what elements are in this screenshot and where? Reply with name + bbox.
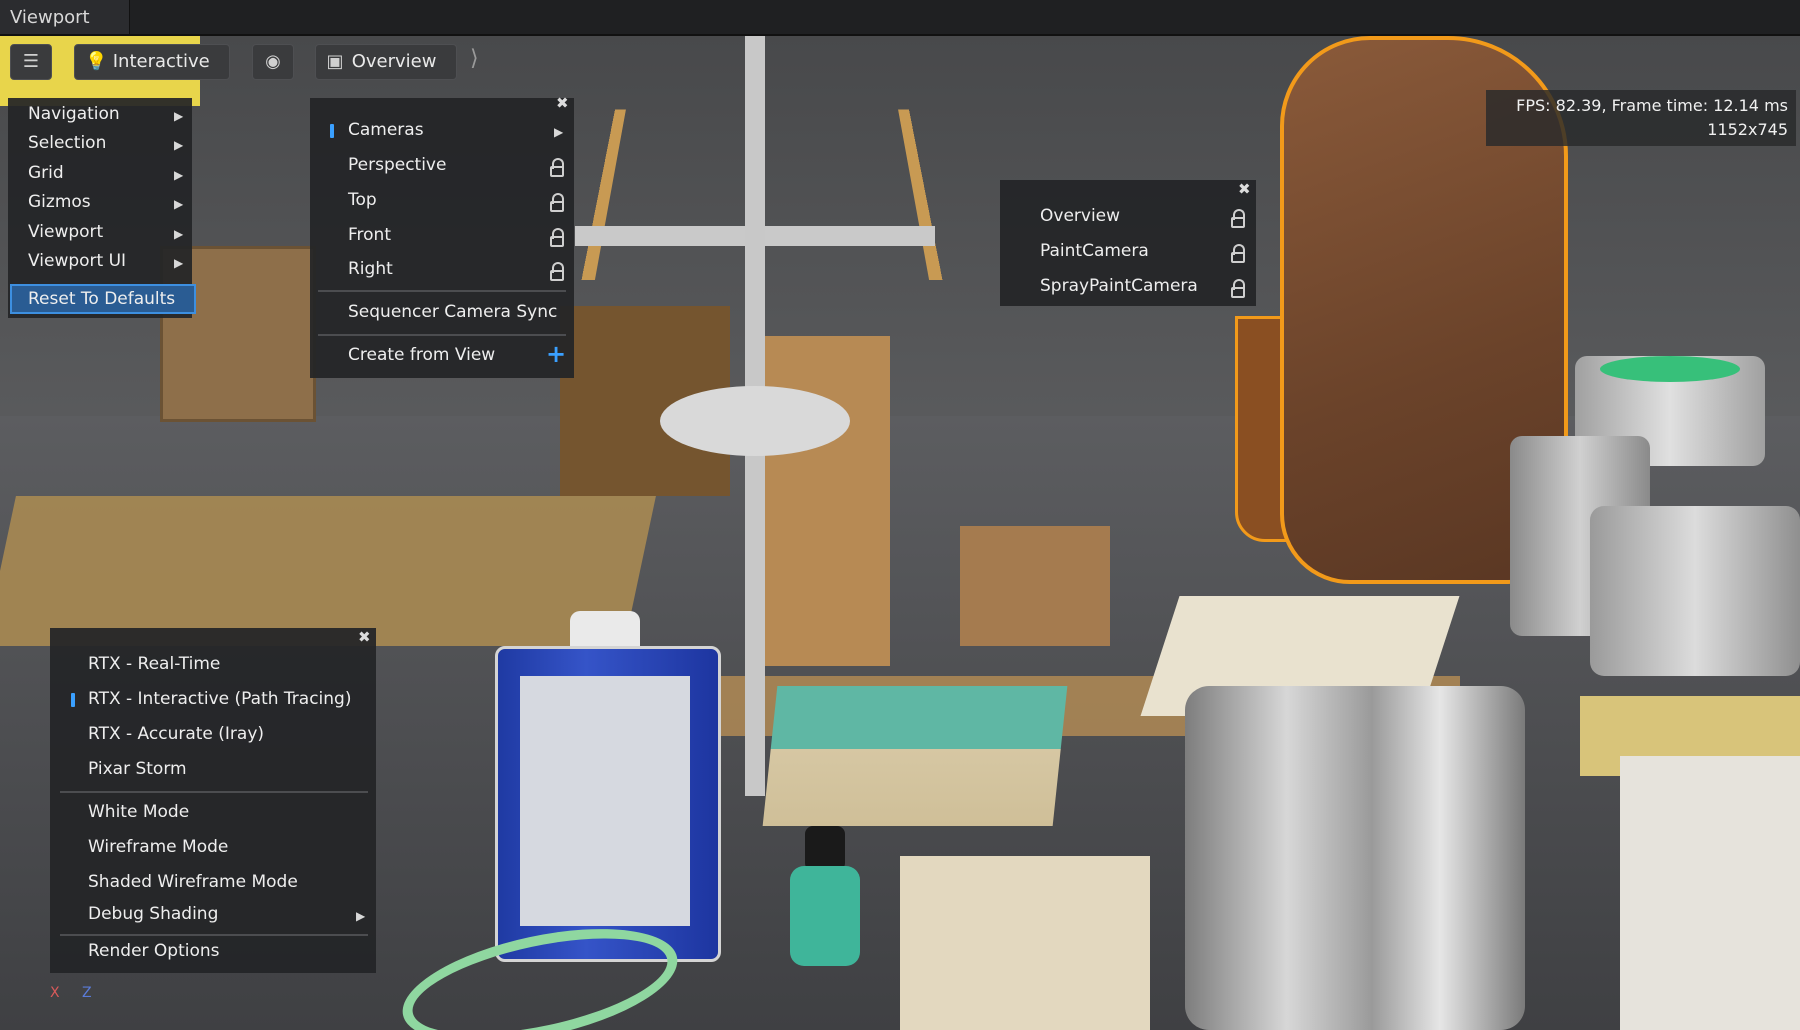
axis-z-label: Z [82, 985, 92, 1001]
scene-wood-board [0, 496, 656, 646]
camera-button[interactable]: ▣ Overview [315, 44, 457, 80]
camera-item-perspective[interactable]: Perspective [348, 155, 446, 175]
menu-item-selection[interactable]: Selection [28, 133, 106, 153]
lock-icon[interactable] [550, 193, 564, 212]
shaded-wireframe-mode-item[interactable]: Shaded Wireframe Mode [88, 872, 298, 892]
camera-overview-item[interactable]: Overview [1040, 206, 1120, 226]
selected-marker [71, 693, 75, 707]
cameras-submenu: ✖ Overview PaintCamera SprayPaintCamera [1000, 180, 1256, 306]
axis-gizmo: X Z [50, 985, 92, 1001]
camera-item-right[interactable]: Right [348, 259, 393, 279]
camera-label: Overview [351, 51, 437, 72]
scene-large-paint-can [1185, 686, 1525, 1030]
camera-menu: ✖ Cameras ▶ Perspective Top Front Right … [310, 94, 574, 378]
lock-icon[interactable] [1231, 209, 1245, 228]
scene-hub [660, 386, 850, 456]
submenu-arrow-icon: ▶ [174, 109, 184, 123]
close-icon[interactable]: ✖ [1238, 180, 1251, 198]
submenu-arrow-icon: ▶ [356, 909, 366, 923]
camera-spraypaintcamera-item[interactable]: SprayPaintCamera [1040, 276, 1198, 296]
selected-marker [330, 124, 334, 138]
scene-wood-block [760, 336, 890, 666]
scene-tin-label [520, 676, 690, 926]
submenu-arrow-icon: ▶ [174, 197, 184, 211]
fps-stats: FPS: 82.39, Frame time: 12.14 ms 1152x74… [1486, 90, 1796, 146]
submenu-arrow-icon: ▶ [174, 227, 184, 241]
white-mode-item[interactable]: White Mode [88, 802, 189, 822]
render-item-rtx-accurate[interactable]: RTX - Accurate (Iray) [88, 724, 264, 744]
menu-item-viewport-ui[interactable]: Viewport UI [28, 251, 126, 271]
close-icon[interactable]: ✖ [358, 628, 371, 646]
lock-icon[interactable] [550, 158, 564, 177]
render-item-rtx-interactive[interactable]: RTX - Interactive (Path Tracing) [88, 689, 351, 709]
submenu-arrow-icon: ▶ [554, 125, 564, 139]
lightbulb-icon: 💡 [85, 51, 108, 72]
menu-item-viewport[interactable]: Viewport [28, 222, 103, 242]
menu-item-gizmos[interactable]: Gizmos [28, 192, 91, 212]
lock-icon[interactable] [550, 228, 564, 247]
close-icon[interactable]: ✖ [556, 94, 569, 112]
plus-icon[interactable]: + [546, 340, 566, 368]
settings-icon: ☰ [22, 51, 40, 72]
reset-to-defaults-button[interactable]: Reset To Defaults [10, 284, 196, 314]
menu-item-navigation[interactable]: Navigation [28, 104, 120, 124]
toolbar-expand-chevron-icon[interactable]: ⟩ [470, 46, 479, 71]
scene-ink-bottle [790, 866, 860, 966]
render-mode-menu: ✖ RTX - Real-Time RTX - Interactive (Pat… [50, 628, 376, 973]
lock-icon[interactable] [1231, 244, 1245, 263]
menu-separator [60, 791, 368, 793]
fps-line: FPS: 82.39, Frame time: 12.14 ms [1516, 96, 1788, 115]
menu-separator [318, 290, 566, 292]
lock-icon[interactable] [550, 262, 564, 281]
scene-paint-can-2 [1590, 506, 1800, 676]
submenu-arrow-icon: ▶ [174, 168, 184, 182]
scene-white-block [1620, 756, 1800, 1030]
title-bar: Viewport [0, 0, 1800, 36]
camera-item-front[interactable]: Front [348, 225, 391, 245]
render-mode-label: Interactive [112, 51, 210, 72]
debug-shading-item[interactable]: Debug Shading [88, 904, 218, 924]
sequencer-camera-sync-item[interactable]: Sequencer Camera Sync [348, 302, 557, 322]
submenu-arrow-icon: ▶ [174, 256, 184, 270]
create-from-view-item[interactable]: Create from View [348, 345, 495, 365]
scene-brush-rack [900, 856, 1150, 1030]
camera-item-top[interactable]: Top [348, 190, 377, 210]
render-options-item[interactable]: Render Options [88, 941, 220, 961]
menu-separator [318, 334, 566, 336]
menu-separator [60, 934, 368, 936]
render-item-rtx-realtime[interactable]: RTX - Real-Time [88, 654, 220, 674]
submenu-arrow-icon: ▶ [174, 138, 184, 152]
axis-x-label: X [50, 985, 60, 1001]
scene-wood-block-small [960, 526, 1110, 646]
camera-paintcamera-item[interactable]: PaintCamera [1040, 241, 1149, 261]
lock-icon[interactable] [1231, 279, 1245, 298]
menu-item-grid[interactable]: Grid [28, 163, 64, 183]
visibility-button[interactable]: ◉ [252, 44, 294, 80]
eye-icon: ◉ [265, 51, 281, 72]
settings-menu: Navigation ▶ Selection ▶ Grid ▶ Gizmos ▶… [8, 98, 196, 318]
reset-to-defaults-label: Reset To Defaults [28, 289, 176, 309]
wireframe-mode-item[interactable]: Wireframe Mode [88, 837, 228, 857]
render-mode-button[interactable]: 💡 Interactive [74, 44, 230, 80]
viewport-settings-button[interactable]: ☰ [10, 44, 52, 80]
camera-icon: ▣ [326, 51, 344, 72]
menu-item-cameras[interactable]: Cameras [348, 120, 424, 140]
resolution-line: 1152x745 [1707, 120, 1788, 139]
scene-green-paint [1600, 356, 1740, 382]
render-item-pixar-storm[interactable]: Pixar Storm [88, 759, 187, 779]
viewport-tab[interactable]: Viewport [0, 0, 130, 34]
scene-book-stack [762, 686, 1068, 826]
scene-ink-cap [805, 826, 845, 871]
